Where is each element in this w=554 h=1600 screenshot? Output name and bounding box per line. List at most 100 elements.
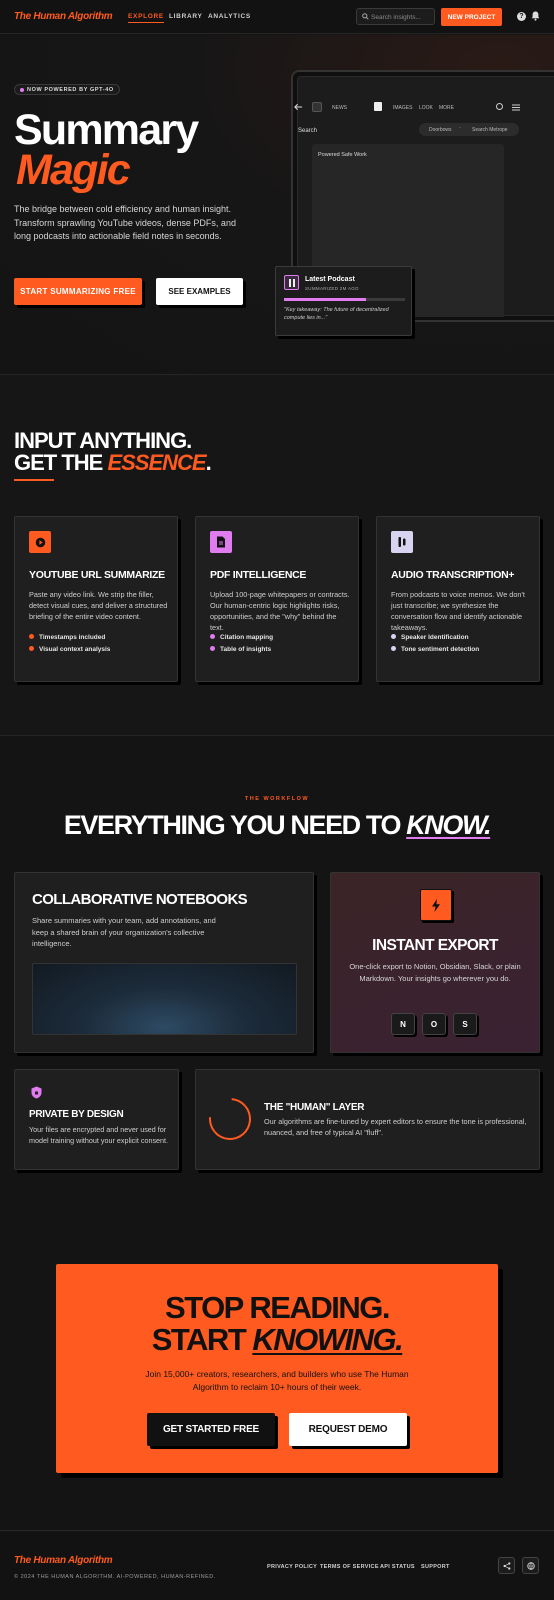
share-icon [503, 1561, 510, 1570]
share-button[interactable] [498, 1557, 515, 1574]
new-project-button[interactable]: NEW PROJECT [441, 8, 502, 26]
cta-line2-accent: KNOWING. [252, 1322, 403, 1357]
notebooks-desc: Share summaries with your team, add anno… [32, 916, 216, 948]
badge-dot-icon [20, 88, 24, 92]
pill-separator: · [459, 125, 461, 131]
card-desc: Paste any video link. We strip the fille… [29, 590, 168, 621]
cta-block: STOP READING. START KNOWING. Join 15,000… [56, 1264, 498, 1473]
workflow-heading: EVERYTHING YOU NEED TO KNOW. [0, 810, 554, 841]
gpt-badge: NOW POWERED BY GPT-4O [14, 84, 120, 95]
podcast-progress-track [284, 298, 405, 301]
footer-copyright: © 2024 THE HUMAN ALGORITHM. AI-POWERED, … [14, 1574, 216, 1580]
footer-terms-link[interactable]: TERMS OF SERVICE [320, 1564, 379, 1570]
cta-line2-prefix: START [151, 1322, 253, 1357]
mockup-doc-title: Powered Safe Work [318, 152, 367, 158]
podcast-icon [284, 275, 299, 290]
heading-prefix: GET THE [14, 450, 108, 475]
shield-icon [31, 1086, 42, 1099]
mockup-pill-right: Search Metrope [472, 127, 508, 133]
hero-title-line2: Magic [16, 146, 131, 194]
cta-line2: START KNOWING. [56, 1324, 498, 1356]
image-icon [374, 102, 382, 111]
input-heading-line2: GET THE ESSENCE. [14, 450, 212, 475]
see-examples-button[interactable]: SEE EXAMPLES [156, 278, 243, 305]
card-title: PDF INTELLIGENCE [210, 569, 307, 581]
private-desc: Your files are encrypted and never used … [29, 1125, 169, 1145]
youtube-card[interactable]: YOUTUBE URL SUMMARIZE Paste any video li… [14, 516, 178, 682]
get-started-button[interactable]: GET STARTED FREE [147, 1413, 275, 1446]
back-arrow-icon [294, 103, 303, 111]
heading-accent: ESSENCE [107, 450, 206, 475]
human-title: THE "HUMAN" LAYER [264, 1102, 365, 1113]
card-bullet: Tone sentiment detection [391, 646, 479, 653]
brand-logo[interactable]: The Human Algorithm [14, 11, 113, 22]
mockup-search-label: Search [298, 128, 318, 134]
pdf-card[interactable]: PDF INTELLIGENCE Upload 100-page whitepa… [195, 516, 359, 682]
search-input[interactable] [371, 12, 433, 22]
notebooks-card[interactable]: COLLABORATIVE NOTEBOOKS Share summaries … [14, 872, 314, 1053]
footer-logo[interactable]: The Human Algorithm [14, 1555, 113, 1566]
mockup-tab-look: LOOK [419, 105, 433, 111]
request-demo-button[interactable]: REQUEST DEMO [289, 1413, 407, 1446]
card-title: YOUTUBE URL SUMMARIZE [29, 569, 165, 581]
export-key-slack[interactable]: S [453, 1013, 477, 1035]
heading-prefix: EVERYTHING YOU NEED TO [63, 810, 407, 840]
heading-underline [14, 479, 54, 481]
notebooks-preview-image [32, 963, 297, 1035]
nav-analytics[interactable]: ANALYTICS [208, 13, 251, 20]
nav-library[interactable]: LIBRARY [169, 13, 203, 20]
heading-suffix: . [205, 450, 212, 475]
menu-icon [512, 104, 520, 111]
play-icon [29, 531, 51, 553]
card-bullet: Speaker Identification [391, 634, 469, 641]
private-title: PRIVATE BY DESIGN [29, 1109, 124, 1120]
mockup-pill: Doorbows · Search Metrope [419, 123, 519, 136]
export-key-obsidian[interactable]: O [422, 1013, 446, 1035]
audio-card[interactable]: AUDIO TRANSCRIPTION+ From podcasts to vo… [376, 516, 540, 682]
human-desc: Our algorithms are fine-tuned by expert … [264, 1117, 527, 1137]
card-desc: From podcasts to voice memos. We don't j… [391, 590, 525, 632]
search-icon [362, 13, 369, 20]
start-summarizing-button[interactable]: START SUMMARIZING FREE [14, 278, 142, 305]
latest-podcast-card[interactable]: Latest Podcast SUMMARIZED 2M AGO "Key ta… [275, 266, 412, 336]
export-key-notion[interactable]: N [391, 1013, 415, 1035]
globe-button[interactable] [522, 1557, 539, 1574]
footer-support-link[interactable]: SUPPORT [421, 1564, 450, 1570]
footer-privacy-link[interactable]: PRIVACY POLICY [267, 1564, 317, 1570]
app-icon [312, 102, 322, 112]
card-bullet: Timestamps included [29, 634, 105, 641]
card-bullet: Visual context analysis [29, 646, 110, 653]
circle-icon [496, 103, 503, 110]
input-heading-line1: INPUT ANYTHING. [14, 428, 192, 453]
workflow-eyebrow: THE WORKFLOW [244, 796, 310, 802]
help-icon[interactable]: ? [517, 12, 526, 21]
top-navbar: The Human Algorithm EXPLORE LIBRARY ANAL… [0, 0, 554, 34]
podcast-meta: SUMMARIZED 2M AGO [305, 286, 359, 291]
microphone-icon [391, 531, 413, 553]
bell-icon[interactable] [531, 11, 540, 21]
footer-api-status-link[interactable]: API STATUS [380, 1564, 415, 1570]
card-bullet: Table of insights [210, 646, 271, 653]
mockup-tab-images: IMAGES [393, 105, 413, 111]
card-title: AUDIO TRANSCRIPTION+ [391, 569, 515, 581]
badge-text: NOW POWERED BY GPT-4O [27, 87, 114, 93]
cta-desc: Join 15,000+ creators, researchers, and … [145, 1369, 409, 1392]
podcast-title: Latest Podcast [305, 276, 355, 283]
export-title: INSTANT EXPORT [372, 937, 498, 954]
card-bullet: Citation mapping [210, 634, 273, 641]
card-desc: Upload 100-page whitepapers or contracts… [210, 590, 350, 632]
mockup-tab-more: MORE [439, 105, 454, 111]
private-card[interactable]: PRIVATE BY DESIGN Your files are encrypt… [14, 1069, 179, 1170]
mockup-tab-news: NEWS [332, 105, 347, 111]
mockup-pill-left: Doorbows [429, 127, 452, 133]
document-icon [210, 531, 232, 553]
podcast-progress-fill [284, 298, 367, 301]
cta-line1: STOP READING. [165, 1290, 390, 1325]
podcast-quote: "Key takeaway: The future of decentraliz… [284, 307, 389, 321]
search-box[interactable] [356, 8, 435, 25]
human-layer-card[interactable]: THE "HUMAN" LAYER Our algorithms are fin… [195, 1069, 540, 1170]
hero-description: The bridge between cold efficiency and h… [14, 204, 236, 241]
nav-explore[interactable]: EXPLORE [128, 13, 164, 23]
export-desc: One-click export to Notion, Obsidian, Sl… [349, 962, 521, 983]
lightning-icon [420, 889, 452, 921]
